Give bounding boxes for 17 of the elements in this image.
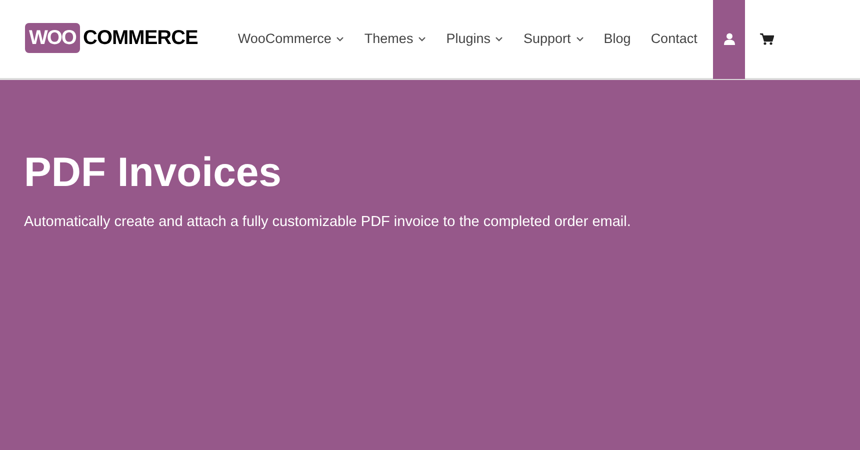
chevron-down-icon (495, 36, 504, 42)
logo-badge[interactable]: WOO (25, 23, 80, 53)
logo-wordmark[interactable]: COMMERCE (83, 23, 198, 53)
nav-link[interactable]: WooCommerce (228, 0, 354, 79)
chevron-down-icon (418, 36, 426, 42)
page-description: Automatically create and attach a fully customizable PDF invoice to the completed order email. (24, 213, 632, 232)
nav-link[interactable]: Blog (594, 0, 641, 79)
chevron-down-icon (576, 36, 584, 42)
cart-icon (760, 33, 774, 45)
nav-link[interactable]: Support (513, 0, 594, 79)
account-button[interactable] (713, 0, 746, 79)
chevron-down-icon (336, 36, 344, 42)
nav-link[interactable]: Themes (354, 0, 436, 79)
page-title: PDF Invoices (24, 148, 282, 197)
user-icon (724, 33, 735, 45)
nav-link[interactable]: Contact (640, 0, 708, 79)
nav-link[interactable]: Plugins (436, 0, 514, 79)
